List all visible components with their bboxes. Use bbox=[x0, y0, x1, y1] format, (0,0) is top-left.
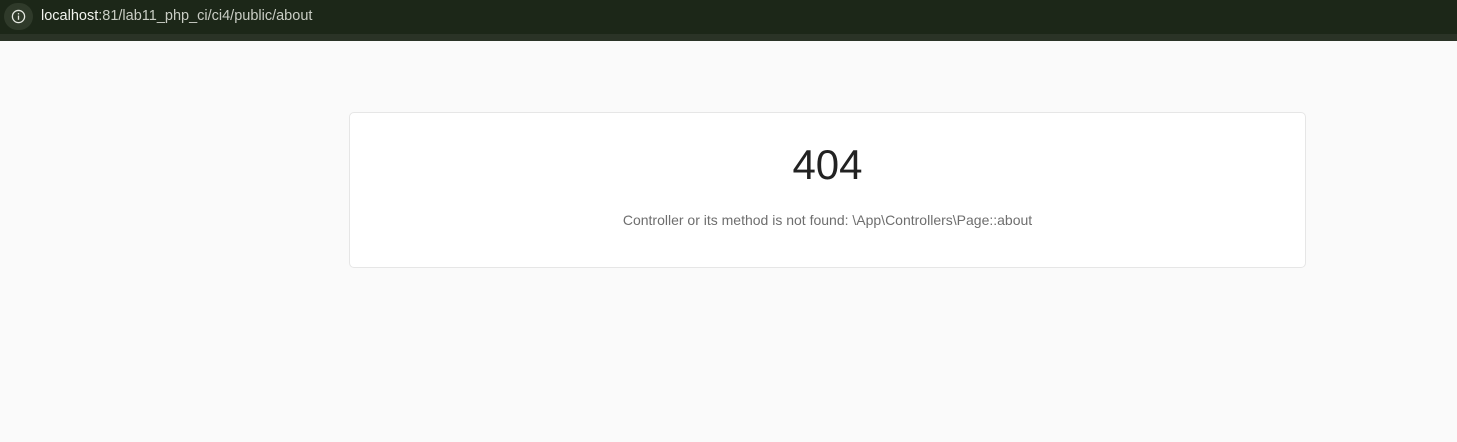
browser-address-bar: localhost:81/lab11_php_ci/ci4/public/abo… bbox=[0, 0, 1457, 41]
error-code: 404 bbox=[792, 141, 863, 188]
info-circle-icon bbox=[11, 9, 26, 24]
url-field[interactable]: localhost:81/lab11_php_ci/ci4/public/abo… bbox=[41, 8, 312, 24]
site-info-button[interactable] bbox=[4, 3, 33, 30]
error-card: 404 Controller or its method is not foun… bbox=[349, 112, 1306, 268]
url-host: localhost bbox=[41, 8, 99, 24]
error-message: Controller or its method is not found: \… bbox=[622, 212, 1033, 228]
toolbar-bottom-edge bbox=[0, 34, 1457, 41]
url-path: :81/lab11_php_ci/ci4/public/about bbox=[98, 8, 313, 24]
page-content: 404 Controller or its method is not foun… bbox=[0, 41, 1457, 442]
